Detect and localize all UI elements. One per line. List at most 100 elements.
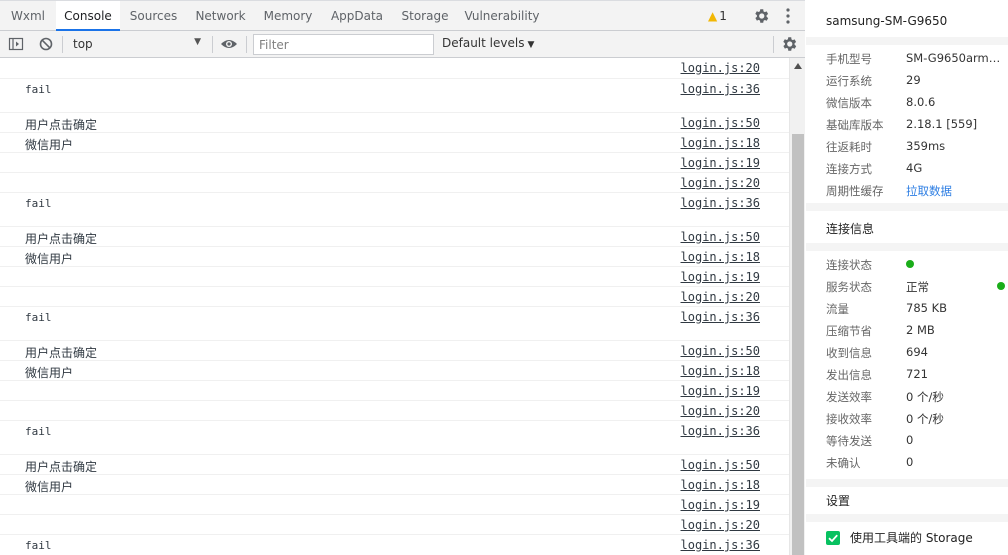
info-label: 未确认 bbox=[826, 456, 861, 470]
log-source-link[interactable]: login.js:19 bbox=[681, 384, 760, 398]
log-message: fail bbox=[25, 539, 52, 552]
log-source-link[interactable]: login.js:20 bbox=[681, 290, 760, 304]
service-status-dot bbox=[997, 282, 1005, 290]
log-source-link[interactable]: login.js:50 bbox=[681, 230, 760, 244]
log-source-link[interactable]: login.js:36 bbox=[681, 424, 760, 438]
info-label: 服务状态 bbox=[826, 280, 872, 294]
tab-network[interactable]: Network bbox=[187, 1, 254, 31]
fetch-data-link[interactable]: 拉取数据 bbox=[906, 183, 1006, 199]
log-source-link[interactable]: login.js:19 bbox=[681, 270, 760, 284]
info-label: 发送效率 bbox=[826, 390, 872, 404]
console-settings-gear-icon[interactable] bbox=[780, 35, 798, 53]
console-log-row: login.js:19 bbox=[0, 152, 789, 172]
log-message: 微信用户 bbox=[25, 138, 74, 152]
warning-count-badge[interactable]: ▲ 1 bbox=[708, 7, 727, 25]
tab-console[interactable]: Console bbox=[56, 1, 120, 31]
tab-memory[interactable]: Memory bbox=[254, 1, 322, 31]
log-message: fail bbox=[25, 311, 52, 324]
info-value: 29 bbox=[906, 73, 921, 87]
toolbar-divider bbox=[246, 36, 247, 53]
eye-icon[interactable] bbox=[220, 37, 238, 51]
console-log-row: 微信用户 login.js:18 bbox=[0, 474, 789, 494]
info-value: 2 MB bbox=[906, 323, 935, 337]
console-toolbar: top ▼ Default levels▼ bbox=[0, 31, 805, 58]
log-source-link[interactable]: login.js:50 bbox=[681, 458, 760, 472]
info-label: 收到信息 bbox=[826, 346, 872, 360]
section-divider bbox=[806, 37, 1008, 45]
info-value: 0 bbox=[906, 433, 914, 447]
info-label: 运行系统 bbox=[826, 74, 872, 88]
log-source-link[interactable]: login.js:18 bbox=[681, 136, 760, 150]
log-source-link[interactable]: login.js:36 bbox=[681, 538, 760, 552]
info-value: 4G bbox=[906, 161, 923, 175]
info-value: 0 bbox=[906, 455, 914, 469]
log-source-link[interactable]: login.js:50 bbox=[681, 344, 760, 358]
context-select[interactable]: top ▼ bbox=[67, 34, 207, 55]
console-log-row: 用户点击确定 login.js:50 bbox=[0, 112, 789, 132]
connection-section-title: 连接信息 bbox=[826, 222, 875, 236]
info-label: 微信版本 bbox=[826, 96, 872, 110]
tab-sources[interactable]: Sources bbox=[120, 1, 187, 31]
console-log-row: 微信用户 login.js:18 bbox=[0, 132, 789, 152]
console-log-row: login.js:20 bbox=[0, 58, 789, 78]
log-source-link[interactable]: login.js:18 bbox=[681, 250, 760, 264]
log-source-link[interactable]: login.js:18 bbox=[681, 364, 760, 378]
warning-icon: ▲ bbox=[708, 9, 718, 23]
console-log-row: login.js:19 bbox=[0, 266, 789, 286]
info-value: 0 个/秒 bbox=[906, 390, 944, 404]
toolbar-divider bbox=[773, 36, 774, 53]
clear-console-icon[interactable] bbox=[38, 36, 54, 52]
info-label: 压缩节省 bbox=[826, 324, 872, 338]
info-label: 手机型号 bbox=[826, 52, 872, 66]
settings-section-title: 设置 bbox=[826, 494, 851, 508]
chevron-down-icon: ▼ bbox=[527, 40, 535, 50]
log-source-link[interactable]: login.js:19 bbox=[681, 498, 760, 512]
console-log-row: login.js:20 bbox=[0, 514, 789, 534]
log-message: fail bbox=[25, 197, 52, 210]
log-message: 微信用户 bbox=[25, 252, 74, 266]
info-label: 基础库版本 bbox=[826, 118, 884, 132]
scroll-up-arrow-icon[interactable] bbox=[793, 62, 803, 70]
log-source-link[interactable]: login.js:20 bbox=[681, 518, 760, 532]
log-source-link[interactable]: login.js:19 bbox=[681, 156, 760, 170]
more-options-icon[interactable] bbox=[782, 7, 794, 25]
storage-checkbox[interactable] bbox=[826, 531, 840, 545]
tab-wxml[interactable]: Wxml bbox=[0, 1, 56, 31]
sidebar-toggle-icon[interactable] bbox=[8, 36, 24, 52]
log-source-link[interactable]: login.js:36 bbox=[681, 82, 760, 96]
log-source-link[interactable]: login.js:36 bbox=[681, 310, 760, 324]
info-value: 8.0.6 bbox=[906, 95, 936, 109]
checkmark-icon bbox=[828, 534, 838, 543]
info-value: 721 bbox=[906, 367, 928, 381]
console-log-area[interactable]: login.js:20 fail login.js:36 用户点击确定 login.js… bbox=[0, 58, 789, 555]
log-source-link[interactable]: login.js:50 bbox=[681, 116, 760, 130]
filter-input[interactable] bbox=[253, 34, 434, 55]
console-log-row: login.js:20 bbox=[0, 400, 789, 420]
info-label: 连接方式 bbox=[826, 162, 872, 176]
log-message: 用户点击确定 bbox=[25, 232, 98, 246]
console-log-row: login.js:19 bbox=[0, 380, 789, 400]
log-message: 用户点击确定 bbox=[25, 118, 98, 132]
scrollbar-thumb[interactable] bbox=[792, 134, 804, 555]
info-label: 周期性缓存 bbox=[826, 184, 884, 198]
info-label: 等待发送 bbox=[826, 434, 872, 448]
log-source-link[interactable]: login.js:20 bbox=[681, 61, 760, 75]
tab-vulnerability[interactable]: Vulnerability bbox=[458, 1, 546, 31]
settings-gear-icon[interactable] bbox=[752, 7, 770, 25]
log-source-link[interactable]: login.js:20 bbox=[681, 404, 760, 418]
log-source-link[interactable]: login.js:36 bbox=[681, 196, 760, 210]
info-value: 0 个/秒 bbox=[906, 412, 944, 426]
panel-tab-bar: Wxml Console Sources Network Memory AppD… bbox=[0, 0, 805, 31]
log-source-link[interactable]: login.js:20 bbox=[681, 176, 760, 190]
tab-appdata[interactable]: AppData bbox=[322, 1, 392, 31]
info-label: 发出信息 bbox=[826, 368, 872, 382]
console-log-row: login.js:20 bbox=[0, 172, 789, 192]
tab-storage[interactable]: Storage bbox=[392, 1, 458, 31]
info-value: 2.18.1 [559] bbox=[906, 117, 978, 131]
console-log-row: fail login.js:36 bbox=[0, 78, 789, 112]
toolbar-divider bbox=[62, 36, 63, 53]
log-source-link[interactable]: login.js:18 bbox=[681, 478, 760, 492]
storage-checkbox-label[interactable]: 使用工具端的 Storage bbox=[850, 529, 973, 546]
log-levels-dropdown[interactable]: Default levels ▼ bbox=[442, 36, 534, 50]
console-scrollbar[interactable] bbox=[789, 58, 805, 555]
